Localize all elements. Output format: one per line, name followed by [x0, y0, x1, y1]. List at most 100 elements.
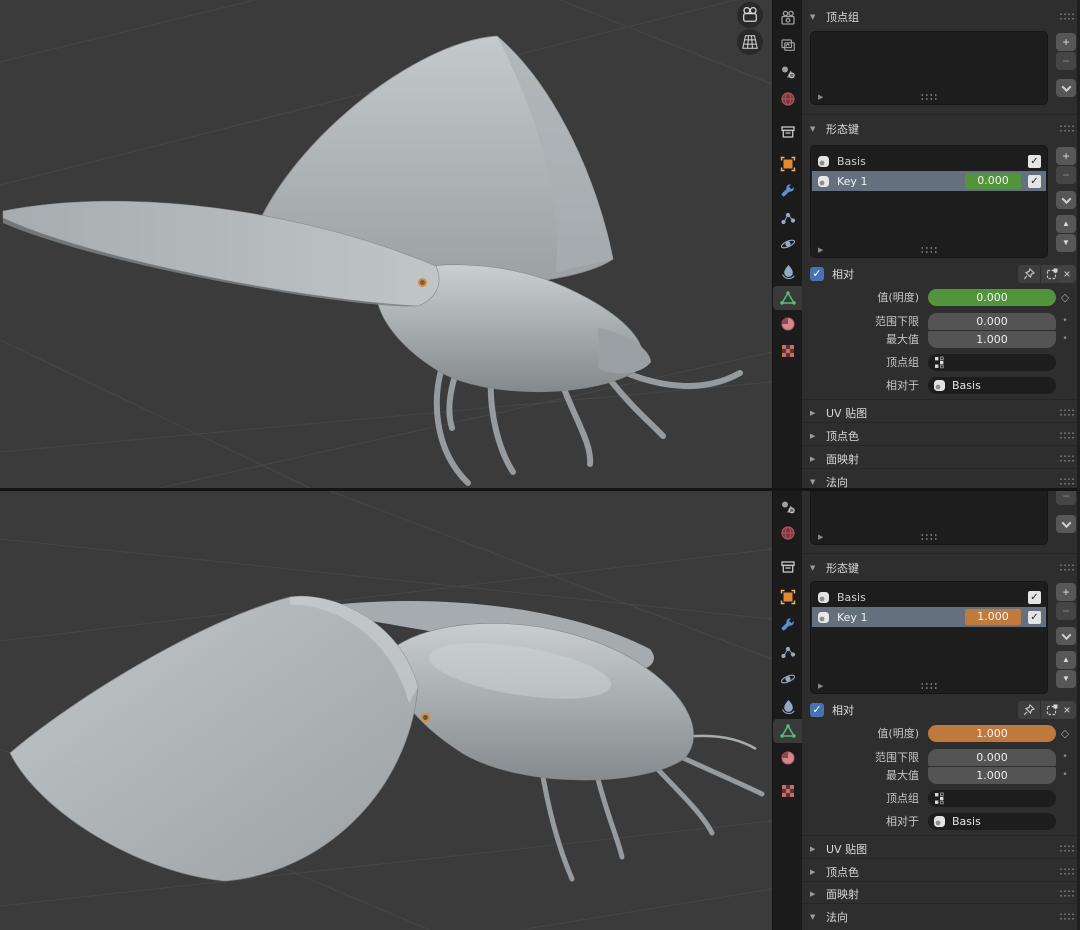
tab-material-properties[interactable] — [773, 746, 803, 770]
tab-modifier-properties[interactable] — [773, 613, 803, 637]
vertex-colors-panel-header[interactable]: ▶ 顶点色 — [810, 427, 1060, 444]
viewport-3d-bottom[interactable] — [0, 491, 772, 930]
remove-vertex-group-button[interactable]: − — [1056, 491, 1076, 505]
panel-drag-grip[interactable] — [1059, 431, 1074, 440]
tab-particle-properties[interactable] — [773, 206, 803, 230]
panel-drag-grip[interactable] — [1059, 124, 1074, 133]
tab-world-properties[interactable] — [773, 521, 803, 545]
viewport-3d-top[interactable] — [0, 0, 772, 488]
decorator-dot[interactable]: • — [1054, 313, 1076, 330]
shape-key-row-key1[interactable]: Key 1 0.000 ✓ — [812, 171, 1046, 191]
object-origin-marker[interactable] — [418, 278, 427, 287]
grid-ortho-gizmo[interactable] — [737, 29, 763, 55]
tab-particle-properties[interactable] — [773, 640, 803, 664]
tab-object-data-properties[interactable] — [773, 286, 803, 310]
remove-vertex-group-button[interactable]: − — [1056, 52, 1076, 70]
list-resize-grip[interactable] — [920, 533, 938, 540]
tab-physics-properties[interactable] — [773, 232, 803, 256]
shape-key-value-chip[interactable]: 1.000 — [965, 609, 1021, 625]
shape-key-mute-checkbox[interactable]: ✓ — [1028, 155, 1041, 168]
pin-toggle[interactable] — [1018, 701, 1040, 719]
relative-checkbox[interactable]: ✓ — [810, 267, 824, 281]
panel-drag-grip[interactable] — [1059, 408, 1074, 417]
vertex-groups-panel-header[interactable]: ▼ 顶点组 — [810, 8, 1060, 25]
vertex-colors-panel-header[interactable]: ▶ 顶点色 — [810, 863, 1060, 880]
range-max-field[interactable]: 1.000 — [928, 767, 1056, 784]
normals-panel-header[interactable]: ▼ 法向 — [810, 473, 1060, 488]
tab-object-properties[interactable] — [773, 152, 803, 176]
list-filter-toggle[interactable]: ▶ — [818, 682, 823, 690]
panel-drag-grip[interactable] — [1059, 477, 1074, 486]
shape-key-row-basis[interactable]: Basis ✓ — [812, 587, 1046, 607]
tab-constraint-properties[interactable] — [773, 259, 803, 283]
tab-constraint-properties[interactable] — [773, 694, 803, 718]
panel-drag-grip[interactable] — [1059, 12, 1074, 21]
tab-world-properties[interactable] — [773, 87, 803, 111]
uv-maps-panel-header[interactable]: ▶ UV 贴图 — [810, 404, 1060, 421]
range-min-field[interactable]: 0.000 — [928, 313, 1056, 330]
vertex-group-specials-button[interactable] — [1056, 79, 1076, 97]
move-shape-key-down-button[interactable]: ▼ — [1056, 234, 1076, 252]
tab-collection-properties[interactable] — [773, 120, 803, 144]
vertex-group-specials-button[interactable] — [1056, 515, 1076, 533]
shape-key-specials-button[interactable] — [1056, 627, 1076, 645]
normals-panel-header[interactable]: ▼ 法向 — [810, 908, 1060, 925]
area-splitter[interactable] — [0, 488, 1080, 491]
add-vertex-group-button[interactable]: + — [1056, 33, 1076, 51]
vertex-group-select[interactable] — [928, 790, 1056, 807]
clear-shape-keys-button[interactable]: × — [1058, 701, 1076, 719]
shape-key-mute-checkbox[interactable]: ✓ — [1028, 175, 1041, 188]
relative-checkbox[interactable]: ✓ — [810, 703, 824, 717]
camera-view-gizmo[interactable] — [737, 2, 763, 28]
panel-drag-grip[interactable] — [1059, 867, 1074, 876]
vertex-groups-list[interactable]: ▶ — [810, 491, 1048, 545]
shape-key-row-key1[interactable]: Key 1 1.000 ✓ — [812, 607, 1046, 627]
decorator-dot[interactable]: • — [1054, 749, 1076, 766]
tab-texture-properties[interactable] — [773, 779, 803, 803]
tab-object-data-properties[interactable] — [773, 719, 803, 743]
uv-maps-panel-header[interactable]: ▶ UV 贴图 — [810, 840, 1060, 857]
tab-scene-properties[interactable] — [773, 495, 803, 519]
list-resize-grip[interactable] — [920, 93, 938, 100]
object-origin-marker[interactable] — [421, 713, 430, 722]
tab-physics-properties[interactable] — [773, 667, 803, 691]
shape-key-value-chip[interactable]: 0.000 — [965, 173, 1021, 189]
decorator-dot[interactable]: • — [1054, 331, 1076, 348]
list-filter-toggle[interactable]: ▶ — [818, 246, 823, 254]
face-maps-panel-header[interactable]: ▶ 面映射 — [810, 450, 1060, 467]
panel-drag-grip[interactable] — [1059, 454, 1074, 463]
move-shape-key-up-button[interactable]: ▲ — [1056, 651, 1076, 669]
decorator-dot[interactable]: • — [1054, 767, 1076, 784]
add-shape-key-button[interactable]: + — [1056, 583, 1076, 601]
panel-drag-grip[interactable] — [1059, 912, 1074, 921]
moth-model-wings-down[interactable] — [10, 596, 762, 881]
shape-keys-panel-header[interactable]: ▼ 形态键 — [810, 559, 1060, 576]
keyframe-decorator[interactable]: ◇ — [1054, 289, 1076, 306]
tab-render-properties[interactable] — [773, 6, 803, 30]
tab-material-properties[interactable] — [773, 312, 803, 336]
panel-drag-grip[interactable] — [1059, 889, 1074, 898]
value-slider[interactable]: 0.000 — [928, 289, 1056, 306]
list-resize-grip[interactable] — [920, 682, 938, 689]
tab-view-layer-properties[interactable] — [773, 33, 803, 57]
vertex-groups-list[interactable]: ▶ — [810, 31, 1048, 105]
relative-to-select[interactable]: Basis — [928, 377, 1056, 394]
shape-key-row-basis[interactable]: Basis ✓ — [812, 151, 1046, 171]
range-max-field[interactable]: 1.000 — [928, 331, 1056, 348]
list-resize-grip[interactable] — [920, 246, 938, 253]
panel-drag-grip[interactable] — [1059, 844, 1074, 853]
tab-collection-properties[interactable] — [773, 555, 803, 579]
value-slider[interactable]: 1.000 — [928, 725, 1056, 742]
face-maps-panel-header[interactable]: ▶ 面映射 — [810, 885, 1060, 902]
keyframe-decorator[interactable]: ◇ — [1054, 725, 1076, 742]
list-filter-toggle[interactable]: ▶ — [818, 93, 823, 101]
shape-key-mute-checkbox[interactable]: ✓ — [1028, 591, 1041, 604]
add-shape-key-button[interactable]: + — [1056, 147, 1076, 165]
clear-shape-keys-button[interactable]: × — [1058, 265, 1076, 283]
tab-object-properties[interactable] — [773, 585, 803, 609]
tab-modifier-properties[interactable] — [773, 179, 803, 203]
moth-model-wings-up[interactable] — [3, 36, 740, 483]
shape-key-mute-checkbox[interactable]: ✓ — [1028, 611, 1041, 624]
move-shape-key-up-button[interactable]: ▲ — [1056, 215, 1076, 233]
move-shape-key-down-button[interactable]: ▼ — [1056, 670, 1076, 688]
